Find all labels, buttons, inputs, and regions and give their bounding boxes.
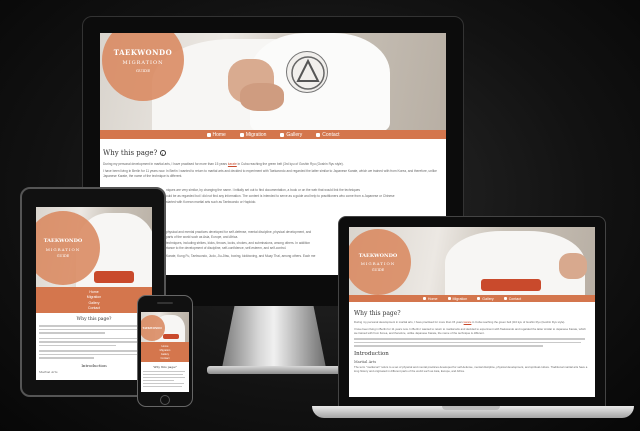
karate-link[interactable]: karate: [228, 162, 237, 166]
tablet-logo-line1: TAEKWONDO: [43, 238, 83, 244]
phone-speaker: [157, 302, 173, 304]
phone-nav-migration[interactable]: Migration: [160, 349, 171, 352]
tablet-logo-line3: GUIDE: [56, 254, 70, 258]
tablet-martial-heading: Martial Arts: [39, 369, 58, 374]
tablet-nav-migration[interactable]: Migration: [87, 295, 101, 299]
nav-home[interactable]: Home: [206, 132, 226, 138]
laptop-intro-heading: Introduction: [354, 350, 389, 357]
why-paragraph-2: I have been living in Berlin for 11 year…: [103, 169, 437, 178]
phone-logo-line1: TAEKWONDO: [142, 326, 162, 330]
gallery-icon: [477, 297, 481, 300]
monitor-stand-base: [207, 366, 341, 374]
logo-line2: MIGRATION: [122, 59, 164, 66]
tablet-logo-line2: MIGRATION: [45, 247, 81, 252]
nav-migration[interactable]: Migration: [239, 132, 266, 138]
tablet-nav-gallery[interactable]: Gallery: [88, 301, 99, 305]
laptop-why-paragraph-1: During my personal development in martia…: [354, 320, 566, 324]
phone-nav-contact[interactable]: Contact: [161, 357, 170, 360]
contact-icon: [316, 132, 321, 137]
why-heading: Why this page? i: [103, 149, 442, 157]
main-nav: Home Migration Gallery Contact: [100, 130, 446, 139]
laptop-martial-paragraph: The term "martial art" refers to a set o…: [354, 364, 588, 373]
tablet-nav: Home Migration Gallery Contact: [36, 287, 152, 313]
nav-contact[interactable]: Contact: [316, 132, 340, 138]
nav-gallery[interactable]: Gallery: [280, 132, 302, 138]
laptop-why-heading: Why this page?: [354, 310, 401, 317]
tablet-screen: TAEKWONDO MIGRATION GUIDE Home Migration…: [36, 207, 152, 380]
phone-content: Why this page?: [141, 362, 189, 392]
phone-home-button[interactable]: [160, 395, 170, 405]
laptop-nav-home[interactable]: Home: [422, 297, 438, 301]
monitor-fragment-6: techniques, including strikes, kicks, th…: [166, 241, 311, 245]
hero-image: TAEKWONDO MIGRATION GUIDE: [100, 33, 446, 130]
phone-nav-gallery[interactable]: Gallery: [161, 353, 169, 356]
laptop-hero-image: TAEKWONDO MIGRATION GUIDE: [349, 227, 595, 295]
logo-line1: TAEKWONDO: [113, 47, 173, 57]
laptop-logo-circle[interactable]: TAEKWONDO MIGRATION GUIDE: [349, 229, 411, 295]
monitor-stand: [222, 306, 326, 368]
gallery-icon: [280, 132, 285, 137]
laptop-nav-contact[interactable]: Contact: [503, 297, 521, 301]
why-paragraph-1: During my personal development in martia…: [103, 162, 344, 166]
tablet-nav-contact[interactable]: Contact: [88, 306, 100, 310]
laptop-screen: TAEKWONDO MIGRATION GUIDE Home Migration…: [349, 227, 595, 397]
laptop-nav-gallery[interactable]: Gallery: [477, 297, 494, 301]
laptop-logo-line3: GUIDE: [371, 267, 385, 272]
laptop-why-paragraph-2: I have been living in Berlin for 11 year…: [354, 326, 586, 335]
laptop-nav: Home Migration Gallery Contact: [349, 295, 595, 302]
laptop-logo-line1: TAEKWONDO: [358, 252, 398, 259]
phone-why-heading: Why this page?: [153, 365, 177, 369]
home-icon: [206, 132, 211, 137]
monitor-fragment-2: ould be as regarded but I did not find a…: [166, 194, 395, 198]
info-icon: i: [159, 150, 166, 156]
tablet-why-heading: Why this page?: [76, 317, 112, 322]
migration-icon: [447, 297, 451, 300]
tablet-intro-heading: Introduction: [81, 362, 107, 368]
home-icon: [422, 297, 426, 300]
gi-emblem: [286, 51, 328, 93]
tablet-hero-image: TAEKWONDO MIGRATION GUIDE: [36, 207, 152, 287]
migration-icon: [239, 132, 244, 137]
tablet-content: Why this page? Introduction Martial Arts: [36, 313, 152, 380]
monitor-fragment-7: rtance to the development of discipline,…: [166, 246, 287, 250]
monitor-fragment-1: niques are very similar, by changing the…: [166, 188, 361, 192]
laptop-karate-link[interactable]: karate: [464, 320, 472, 324]
phone-screen: TAEKWONDO Home Migration Gallery Contact…: [141, 312, 189, 392]
tablet-nav-home[interactable]: Home: [89, 290, 98, 294]
phone-hero-image: TAEKWONDO: [141, 312, 189, 342]
monitor-fragment-4: physical and mental practices developed …: [166, 230, 312, 234]
monitor-fragment-3: started with Korean martial arts such as…: [166, 200, 257, 204]
contact-icon: [503, 297, 507, 300]
laptop-notch: [442, 406, 500, 410]
laptop-nav-migration[interactable]: Migration: [447, 297, 467, 301]
phone-nav: Home Migration Gallery Contact: [141, 342, 189, 362]
logo-line3: GUIDE: [135, 67, 151, 73]
monitor-fragment-8: Karate, Kung Fu, Taekwondo, Judo, Jiu-Ji…: [166, 254, 316, 258]
laptop-content: Why this page? During my personal develo…: [349, 302, 595, 397]
laptop-logo-line2: MIGRATION: [360, 260, 396, 266]
laptop-martial-heading: Martial Arts: [354, 359, 377, 364]
phone-nav-home[interactable]: Home: [162, 345, 169, 348]
monitor-fragment-5: parts of the world such as Asia, Europe,…: [166, 235, 239, 239]
